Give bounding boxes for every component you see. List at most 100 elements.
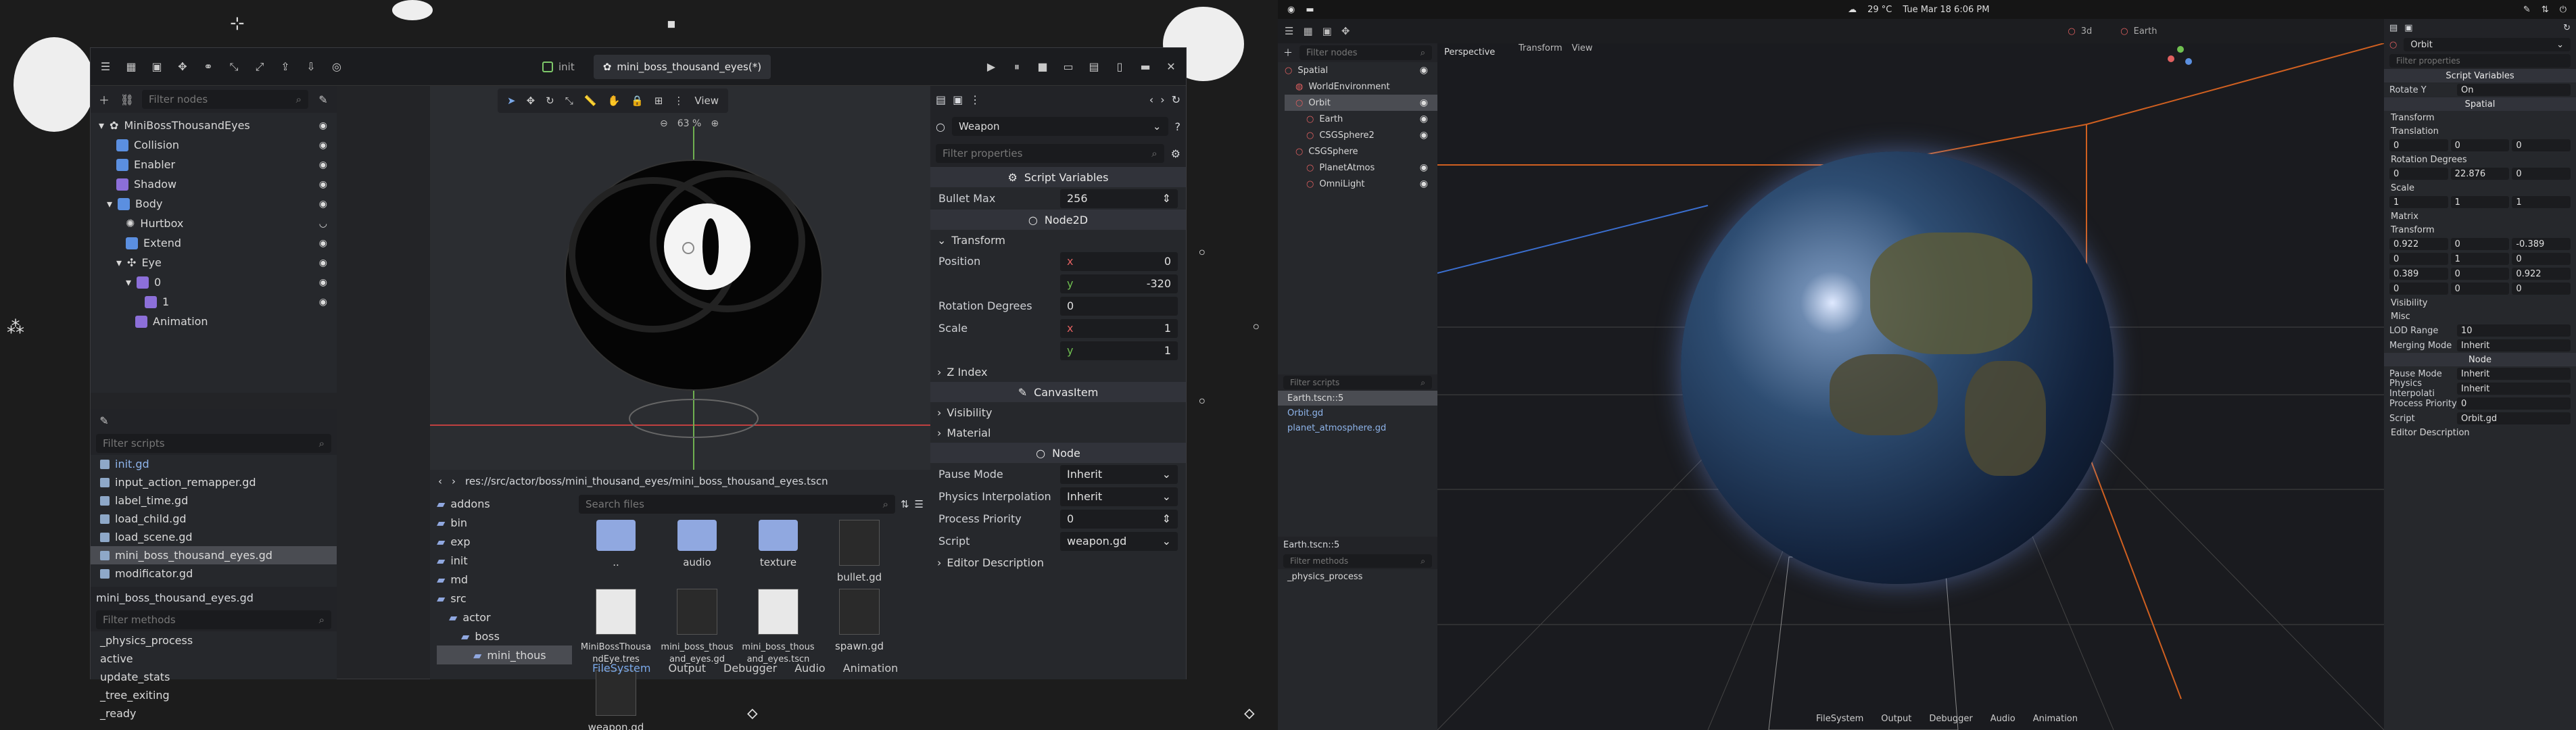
workspace-indicator[interactable]: ▬ [1306,5,1314,15]
method-item[interactable]: _ready [91,704,337,723]
scale-y-field[interactable]: y1 [1060,341,1178,360]
tab-audio[interactable]: Audio [1990,714,2016,724]
script-item[interactable]: load_scene.gd [91,528,337,546]
scene-icon[interactable]: ▦ [1303,25,1312,37]
save-icon[interactable]: ▣ [953,93,963,106]
play-icon[interactable]: ▶ [983,59,999,75]
matrix-cell[interactable]: 0.922 [2389,238,2448,250]
editor-description-group[interactable]: › Editor Description [930,552,1186,573]
method-item[interactable]: _physics_process [91,631,337,650]
docs-icon[interactable]: ? [1175,120,1181,133]
material-group[interactable]: › Material [930,422,1186,443]
z-axis-icon[interactable] [2185,58,2192,65]
rotation-y[interactable]: 22.876 [2450,168,2510,180]
eye-icon[interactable]: ◉ [319,160,327,170]
translation-z[interactable]: 0 [2512,139,2571,151]
eye-icon[interactable]: ◉ [1420,97,1428,108]
visibility-group[interactable]: Visibility [2384,296,2576,310]
collapse-arrow-icon[interactable]: ▾ [107,197,112,210]
scene-icon[interactable]: ▦ [123,59,139,75]
current-path[interactable]: res://src/actor/boss/mini_thousand_eyes/… [465,475,828,487]
file-item[interactable]: mini_boss_thousand_eyes.gd [660,589,734,664]
script-item[interactable]: input_action_remapper.gd [91,473,337,491]
add-node-icon[interactable]: ＋ [96,91,112,107]
matrix-cell[interactable]: 0 [2512,283,2571,295]
tab-animation[interactable]: Animation [2033,714,2078,724]
filter-properties-input[interactable]: Filter properties [2389,54,2571,68]
power-icon[interactable]: ⏻ [2560,5,2567,15]
rotate-y-checkbox[interactable]: On [2457,84,2571,96]
translation-y[interactable]: 0 [2450,139,2510,151]
tree-node[interactable]: 1 ◉ [99,292,337,312]
filter-properties-input[interactable]: Filter properties ⌕ [936,144,1164,163]
matrix-cell[interactable]: 1 [2450,253,2510,265]
eye-icon[interactable]: ◉ [319,258,327,268]
script-item[interactable]: Orbit.gd [1278,406,1437,420]
file-item[interactable]: .. [579,520,653,583]
tree-node[interactable]: ○ Spatial ◉ [1285,62,1437,78]
edit-icon[interactable]: ✎ [2523,5,2531,15]
play-custom-icon[interactable]: ▤ [1086,59,1102,75]
tab-output[interactable]: Output [1881,714,1911,724]
script-field[interactable]: Orbit.gd [2457,412,2571,424]
tree-node[interactable]: ○ CSGSphere2 ◉ [1285,127,1437,143]
save-icon[interactable]: ▣ [149,59,165,75]
file-item[interactable]: mini_boss_thousand_eyes.tscn [741,589,815,664]
script-variables-section[interactable]: Script Variables [2384,69,2576,82]
filter-nodes-input[interactable]: Filter nodes ⌕ [142,90,308,109]
script-item-selected[interactable]: Earth.tscn::5 [1278,391,1437,406]
collapse-arrow-icon[interactable]: ▾ [116,256,122,269]
scale-y[interactable]: 1 [2450,196,2510,208]
script-item[interactable]: init.gd [91,455,337,473]
list-view-icon[interactable]: ☰ [915,498,924,510]
eye-icon[interactable]: ◉ [319,179,327,190]
clock-text[interactable]: Tue Mar 18 6:06 PM [1903,5,1989,15]
eye-icon[interactable]: ◉ [319,238,327,249]
lod-range-field[interactable]: 10 [2457,324,2571,337]
filter-methods-input[interactable]: Filter methods ⌕ [1283,554,1432,568]
file-tree-item[interactable]: ▰ actor [437,608,572,627]
save-icon[interactable]: ▣ [2404,23,2412,33]
next-icon[interactable]: › [1160,93,1164,106]
history-icon[interactable]: ↻ [2563,23,2571,33]
matrix-cell[interactable]: 0 [2389,283,2448,295]
transform-icon[interactable]: ⤡ [226,59,242,75]
y-axis-icon[interactable] [2177,46,2184,53]
tab-filesystem[interactable]: FileSystem [592,662,650,675]
matrix-cell[interactable]: -0.389 [2512,238,2571,250]
tree-node[interactable]: Enabler ◉ [99,155,337,174]
file-tree-item[interactable]: ▰ src [437,589,572,608]
pause-mode-dropdown[interactable]: Inherit ⌄ [1060,464,1178,484]
eye-icon[interactable]: ◉ [319,120,327,131]
matrix-cell[interactable]: 0 [2450,238,2510,250]
target-icon[interactable]: ◎ [329,59,345,75]
script-panel-icon[interactable]: ✎ [96,412,112,429]
viewport-3d[interactable]: Perspective Transform View FileSystem Ou… [1437,43,2384,730]
file-tree-item[interactable]: ▰ addons [437,494,572,513]
search-files-input[interactable]: Search files ⌕ [579,495,895,514]
tab-3d[interactable]: ○ 3d [2058,23,2101,39]
tree-node[interactable]: ▾ Body ◉ [99,194,337,214]
tab-output[interactable]: Output [668,662,706,675]
matrix-cell[interactable]: 0 [2512,253,2571,265]
node-selector[interactable]: Weapon ⌄ [951,117,1168,136]
tree-node[interactable]: ✺ Hurtbox ◡ [99,214,337,233]
tree-node[interactable]: ▾ ✿ MiniBossThousandEyes ◉ [99,116,337,135]
eye-icon[interactable]: ◉ [1420,130,1428,141]
open-file-icon[interactable]: ▤ [936,93,946,106]
network-icon[interactable]: ⇅ [2542,5,2549,15]
spatial-section[interactable]: Spatial [2384,97,2576,111]
more-icon[interactable]: ⋮ [970,93,980,106]
physics-interp-dropdown[interactable]: Inherit [2457,383,2571,395]
options-icon[interactable]: ⚙ [1171,147,1180,160]
file-item[interactable]: spawn.gd [822,589,897,664]
save-icon[interactable]: ▣ [1322,25,1332,37]
eye-icon[interactable]: ◉ [319,297,327,308]
matrix-group[interactable]: Matrix [2384,210,2576,223]
tree-node[interactable]: ○ CSGSphere [1285,143,1437,160]
file-tree-item[interactable]: ▰ exp [437,532,572,551]
file-item[interactable]: bullet.gd [822,520,897,583]
history-icon[interactable]: ↻ [1172,93,1180,106]
close-icon[interactable]: ✕ [1163,59,1179,75]
z-index-group[interactable]: › Z Index [930,362,1186,382]
